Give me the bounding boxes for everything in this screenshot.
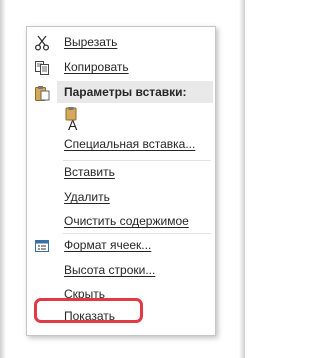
paste-option-keep-text[interactable]: A [63,107,85,134]
context-menu: Вырезать Копировать Параметры вставки: A… [26,26,216,336]
left-edge-shadow [0,0,6,358]
menu-item-paste-special[interactable]: Специальная вставка... [27,133,215,155]
menu-item-label: Удалить [64,190,110,204]
paste-keep-text-icon: A [63,107,85,134]
menu-item-label: Высота строки... [64,263,156,277]
menu-item-row-height[interactable]: Высота строки... [27,259,215,281]
menu-item-cut[interactable]: Вырезать [27,31,215,53]
svg-text:A: A [68,117,78,131]
menu-item-label: Вставить [64,165,115,179]
menu-item-clear-contents[interactable]: Очистить содержимое [27,210,215,232]
format-cells-icon [34,238,50,254]
scissors-icon [34,35,50,51]
clipboard-icon [34,85,50,101]
menu-item-label: Вырезать [64,35,118,49]
menu-item-delete[interactable]: Удалить [27,186,215,208]
menu-item-insert[interactable]: Вставить [27,161,215,183]
right-edge-shadow [239,0,245,358]
menu-item-label: Формат ячеек... [64,238,152,252]
menu-item-copy[interactable]: Копировать [27,56,215,78]
menu-item-label: Копировать [64,60,129,74]
copy-icon [34,60,50,76]
menu-item-label: Очистить содержимое [64,214,189,228]
menu-item-label: Специальная вставка... [64,137,196,151]
paste-options-header: Параметры вставки: [57,81,213,103]
menu-item-format-cells[interactable]: Формат ячеек... [27,234,215,256]
unhide-highlight-frame [34,298,143,323]
paste-options-label: Параметры вставки: [64,85,187,99]
